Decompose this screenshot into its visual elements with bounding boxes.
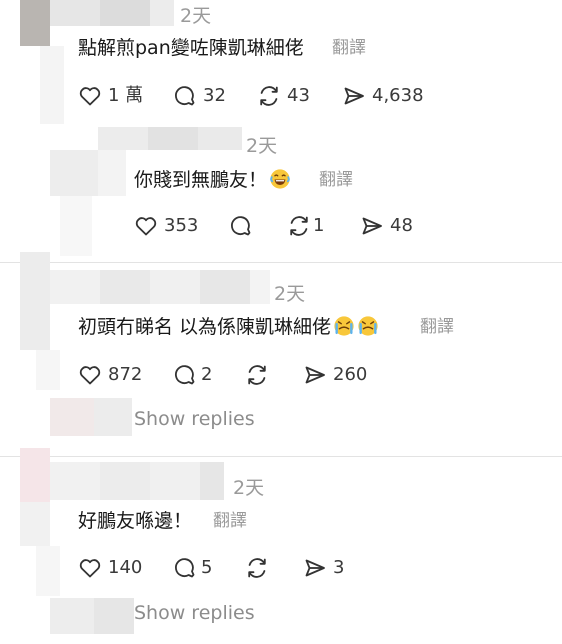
comment-button[interactable] bbox=[229, 214, 253, 238]
translate-link[interactable]: 翻譯 bbox=[420, 317, 454, 337]
like-button[interactable]: 1 萬 bbox=[78, 84, 143, 108]
repost-button[interactable] bbox=[245, 363, 269, 387]
divider bbox=[0, 262, 562, 263]
like-button[interactable]: 872 bbox=[78, 363, 142, 387]
reply-avatar bbox=[50, 398, 94, 436]
translate-link[interactable]: 翻譯 bbox=[332, 38, 366, 58]
crying-face-emoji-icon bbox=[334, 316, 354, 336]
share-count: 260 bbox=[333, 364, 368, 385]
avatar[interactable] bbox=[20, 252, 50, 350]
show-replies-link[interactable]: Show replies bbox=[134, 408, 255, 430]
timestamp: 2天 bbox=[180, 5, 212, 27]
username-redacted[interactable] bbox=[148, 127, 198, 150]
avatar[interactable] bbox=[50, 150, 98, 196]
heart-icon bbox=[79, 87, 101, 106]
comment-bubble-icon bbox=[175, 365, 195, 385]
share-button[interactable]: 3 bbox=[303, 556, 344, 580]
crying-face-emoji-icon bbox=[358, 316, 378, 336]
like-count: 353 bbox=[164, 215, 199, 236]
like-count: 140 bbox=[108, 557, 143, 578]
share-send-icon bbox=[305, 559, 325, 577]
comment-text-body: 初頭冇睇名 以為係陳凱琳細佬 bbox=[78, 316, 332, 338]
divider bbox=[0, 456, 562, 457]
repost-button[interactable] bbox=[245, 556, 269, 580]
comment-text: 你賤到無鵬友！ bbox=[134, 168, 291, 192]
avatar[interactable] bbox=[20, 448, 50, 502]
comment-bubble-icon bbox=[175, 86, 195, 106]
heart-icon bbox=[79, 366, 101, 385]
comment-text-body: 你賤到無鵬友！ bbox=[134, 169, 268, 191]
share-count: 3 bbox=[333, 557, 345, 578]
share-send-icon bbox=[344, 87, 364, 105]
share-button[interactable]: 48 bbox=[360, 214, 413, 238]
like-button[interactable]: 353 bbox=[134, 214, 198, 238]
avatar[interactable] bbox=[20, 0, 50, 46]
comment-button[interactable]: 32 bbox=[173, 84, 226, 108]
share-count: 48 bbox=[390, 215, 413, 236]
share-send-icon bbox=[362, 217, 382, 235]
translate-link[interactable]: 翻譯 bbox=[319, 170, 353, 190]
repost-icon bbox=[248, 558, 266, 578]
heart-icon bbox=[79, 559, 101, 578]
repost-icon bbox=[260, 86, 278, 106]
username-redacted[interactable] bbox=[100, 462, 150, 500]
timestamp: 2天 bbox=[274, 283, 306, 305]
share-count: 4,638 bbox=[372, 85, 424, 106]
comment-count: 5 bbox=[201, 557, 213, 578]
like-count: 1 萬 bbox=[108, 85, 144, 106]
comment-button[interactable]: 2 bbox=[173, 363, 212, 387]
comment-count: 32 bbox=[203, 85, 226, 106]
comment-bubble-icon bbox=[175, 558, 195, 578]
repost-button[interactable]: 1 bbox=[287, 214, 324, 238]
comment-text: 初頭冇睇名 以為係陳凱琳細佬 bbox=[78, 315, 379, 339]
heart-icon bbox=[135, 217, 157, 236]
share-button[interactable]: 260 bbox=[303, 363, 367, 387]
timestamp: 2天 bbox=[233, 477, 265, 499]
laughing-tears-emoji-icon bbox=[270, 169, 290, 189]
reply-avatar bbox=[50, 598, 94, 634]
comment-text: 好鵬友喺邊！ bbox=[78, 510, 193, 532]
share-button[interactable]: 4,638 bbox=[342, 84, 424, 108]
comment-text: 點解煎pan變咗陳凱琳細佬 bbox=[78, 37, 304, 59]
share-send-icon bbox=[305, 366, 325, 384]
like-button[interactable]: 140 bbox=[78, 556, 142, 580]
username-redacted[interactable] bbox=[50, 0, 100, 26]
timestamp: 2天 bbox=[246, 135, 278, 157]
repost-button[interactable]: 43 bbox=[257, 84, 310, 108]
comment-button[interactable]: 5 bbox=[173, 556, 212, 580]
repost-count: 43 bbox=[287, 85, 310, 106]
like-count: 872 bbox=[108, 364, 143, 385]
comment-count: 2 bbox=[201, 364, 213, 385]
repost-icon bbox=[248, 365, 266, 385]
translate-link[interactable]: 翻譯 bbox=[213, 511, 247, 531]
username-redacted[interactable] bbox=[100, 270, 150, 304]
repost-icon bbox=[290, 216, 308, 236]
show-replies-link[interactable]: Show replies bbox=[134, 602, 255, 624]
repost-count: 1 bbox=[313, 215, 325, 236]
comment-bubble-icon bbox=[231, 216, 251, 236]
